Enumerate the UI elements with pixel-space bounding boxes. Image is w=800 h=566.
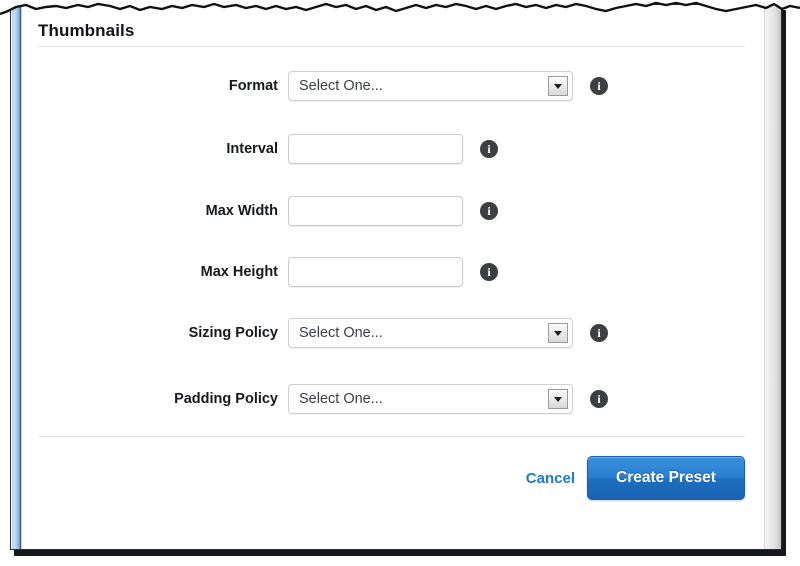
create-preset-button[interactable]: Create Preset: [587, 456, 745, 500]
form-row-max-height: Max Height i: [10, 257, 750, 287]
section-divider-bottom: [38, 436, 745, 437]
label-interval: Interval: [226, 141, 278, 157]
label-max-height: Max Height: [200, 264, 278, 280]
screenshot-canvas: Thumbnails Format Select One... i Interv…: [0, 0, 800, 566]
info-icon-max-width[interactable]: i: [480, 202, 498, 220]
select-padding-policy-value: Select One...: [299, 391, 383, 407]
select-format-value: Select One...: [299, 78, 383, 94]
cancel-button[interactable]: Cancel: [526, 464, 575, 494]
info-icon-sizing-policy[interactable]: i: [590, 324, 608, 342]
select-sizing-policy[interactable]: Select One...: [288, 318, 573, 348]
chevron-down-icon[interactable]: [548, 389, 568, 409]
chevron-down-icon[interactable]: [548, 76, 568, 96]
label-padding-policy: Padding Policy: [174, 391, 278, 407]
chevron-down-glyph: [554, 397, 562, 402]
select-padding-policy[interactable]: Select One...: [288, 384, 573, 414]
chevron-down-glyph: [554, 331, 562, 336]
chevron-down-icon[interactable]: [548, 323, 568, 343]
input-max-height[interactable]: [288, 257, 463, 287]
label-format: Format: [228, 78, 278, 94]
thumbnails-form-panel: Thumbnails Format Select One... i Interv…: [10, 4, 782, 550]
info-icon-max-height[interactable]: i: [480, 263, 498, 281]
info-icon-interval[interactable]: i: [480, 140, 498, 158]
input-interval[interactable]: [288, 134, 463, 164]
info-icon-padding-policy[interactable]: i: [590, 390, 608, 408]
select-sizing-policy-value: Select One...: [299, 325, 383, 341]
label-max-width: Max Width: [205, 203, 278, 219]
form-row-format: Format Select One... i: [10, 71, 750, 101]
label-sizing-policy: Sizing Policy: [188, 325, 278, 341]
form-row-interval: Interval i: [10, 134, 750, 164]
input-max-width[interactable]: [288, 196, 463, 226]
section-divider-top: [38, 46, 745, 47]
form-row-padding-policy: Padding Policy Select One... i: [10, 384, 750, 414]
form-row-max-width: Max Width i: [10, 196, 750, 226]
form-row-sizing-policy: Sizing Policy Select One... i: [10, 318, 750, 348]
chevron-down-glyph: [554, 84, 562, 89]
info-icon-format[interactable]: i: [590, 77, 608, 95]
page-title: Thumbnails: [38, 21, 135, 40]
footer-action-bar: Cancel Create Preset: [10, 456, 745, 506]
select-format[interactable]: Select One...: [288, 71, 573, 101]
